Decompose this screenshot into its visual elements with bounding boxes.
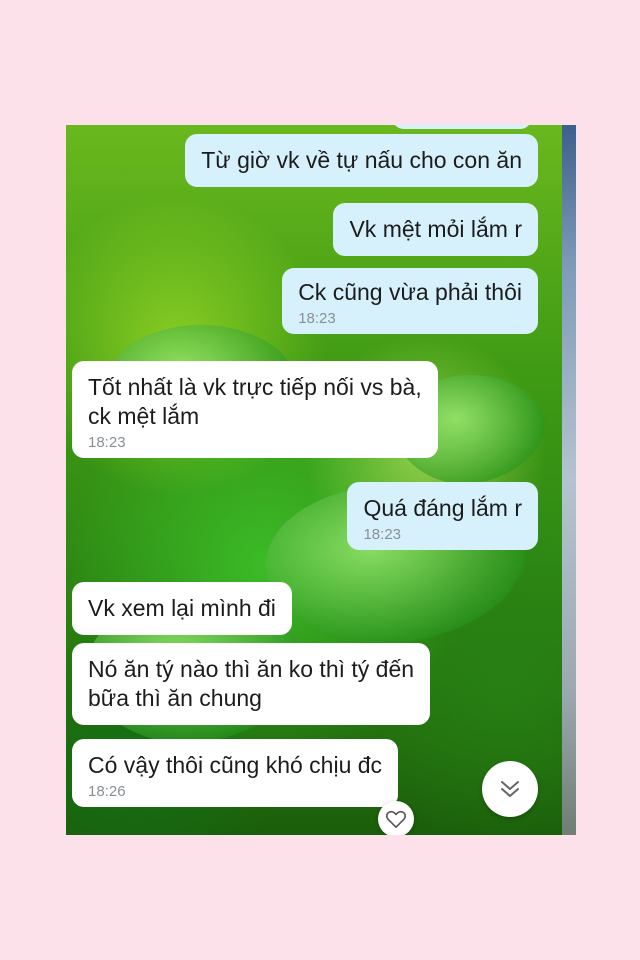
message-timestamp: 18:23 <box>88 434 126 451</box>
message-text: Ck cũng vừa phải thôi <box>298 279 522 305</box>
message-text: Có vậy thôi cũng khó chịu đc <box>88 752 383 778</box>
message-text: Nó ăn tý nào thì ăn ko thì tý đến bữa th… <box>88 656 415 711</box>
message-bubble-outgoing[interactable]: Từ giờ vk về tự nấu cho con ăn <box>185 134 538 187</box>
reaction-button[interactable] <box>378 801 414 835</box>
message-bubble-incoming[interactable]: Nó ăn tý nào thì ăn ko thì tý đến bữa th… <box>72 643 431 725</box>
message-bubble-outgoing[interactable]: Vk mệt mỏi lắm r <box>333 203 538 256</box>
message-text: Vk mệt mỏi lắm r <box>349 216 522 242</box>
chat-screenshot: Từ giờ vk về tự nấu cho con ăn Vk mệt mỏ… <box>66 125 576 835</box>
message-timestamp: 18:23 <box>363 526 402 543</box>
message-timestamp: 18:23 <box>298 310 336 327</box>
scroll-to-bottom-button[interactable] <box>482 761 538 817</box>
message-text: Quá đáng lắm r <box>363 495 522 521</box>
message-bubble-incoming[interactable]: Vk xem lại mình đi <box>72 582 292 635</box>
adjacent-panel-edge <box>562 125 576 835</box>
message-text: Từ giờ vk về tự nấu cho con ăn <box>201 147 522 173</box>
message-bubble-outgoing[interactable]: Quá đáng lắm r 18:23 <box>347 482 538 550</box>
message-bubble-incoming[interactable]: Có vậy thôi cũng khó chịu đc 18:26 <box>72 739 399 807</box>
message-text: Tốt nhất là vk trực tiếp nối vs bà, ck m… <box>88 374 422 429</box>
message-timestamp: 18:26 <box>88 783 126 800</box>
message-bubble-incoming[interactable]: Tốt nhất là vk trực tiếp nối vs bà, ck m… <box>72 361 438 458</box>
message-bubble-outgoing[interactable]: Ck cũng vừa phải thôi 18:23 <box>282 268 538 334</box>
double-chevron-down-icon <box>501 781 519 797</box>
message-text: Vk xem lại mình đi <box>88 595 276 621</box>
heart-outline-icon <box>386 810 406 828</box>
message-bubble-partial <box>392 125 532 129</box>
